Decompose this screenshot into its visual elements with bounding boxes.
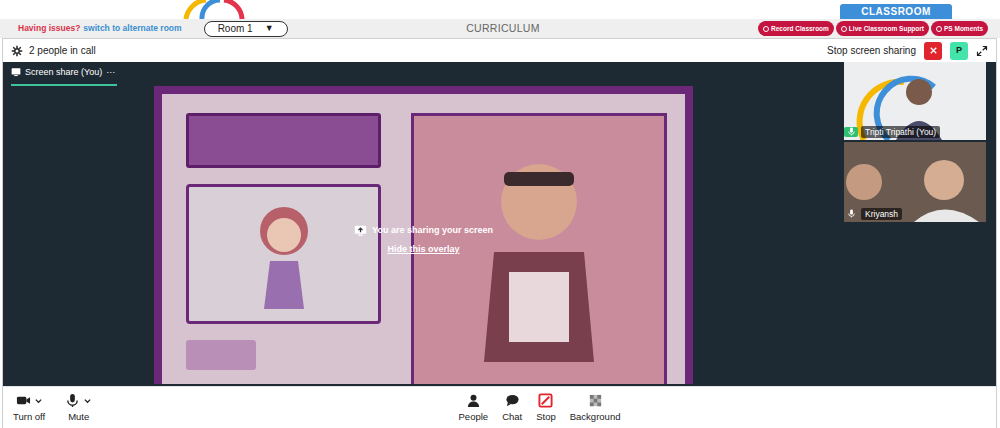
cartoon-girl-icon [244, 199, 324, 309]
toolbar-button[interactable]: Mute [65, 392, 92, 422]
participant-tag: Kriyansh [844, 208, 902, 220]
toolbar-center: People Chat Stop Background [459, 392, 621, 422]
chevron-down-icon[interactable] [34, 396, 43, 405]
participant-tiles: Tripti Tripathi (You) Kriyansh [844, 62, 986, 386]
share-screen-icon [354, 224, 367, 237]
stop-sharing-button[interactable] [924, 42, 942, 60]
microphone-icon [65, 393, 80, 408]
toolbar-button[interactable]: Turn off [13, 392, 45, 422]
header-action-button[interactable]: PS Moments [931, 21, 988, 36]
share-overlay: You are sharing your screen Hide this ove… [162, 94, 685, 384]
header-action-label: Record Classroom [771, 25, 829, 33]
photo-girl-icon [464, 142, 614, 362]
switch-room-link[interactable]: switch to alternate room [83, 23, 181, 33]
speaking-indicator [844, 209, 858, 219]
microphone-icon [847, 209, 856, 218]
room-caret: ▼ [265, 23, 274, 34]
page-title: CURRICULUM [466, 22, 540, 35]
stop-sharing-label[interactable]: Stop screen sharing [827, 45, 916, 57]
sharing-message: You are sharing your screen [354, 224, 493, 237]
call-toolbar: Turn off Mute People Chat Stop Background [3, 386, 996, 428]
people-icon [466, 393, 481, 408]
call-bar-left: 2 people in call [11, 45, 96, 57]
toolbar-icon-row [466, 392, 481, 408]
plus-circle-icon [841, 26, 847, 32]
header-center: CURRICULUM [466, 22, 540, 35]
header-action-label: Live Classroom Support [849, 25, 924, 33]
plus-circle-icon [763, 26, 769, 32]
toolbar-label: People [459, 411, 489, 422]
toolbar-button[interactable]: Chat [502, 392, 522, 422]
camera-icon [16, 393, 31, 408]
issue-label: Having issues? [18, 23, 80, 33]
user-avatar[interactable]: P [950, 42, 968, 60]
toolbar-label: Stop [536, 411, 556, 422]
slide-wrap: You are sharing your screen Hide this ove… [3, 86, 844, 384]
toolbar-button[interactable]: Background [570, 392, 621, 422]
toolbar-button[interactable]: Stop [536, 392, 556, 422]
toolbar-label: Mute [68, 411, 89, 422]
toolbar-icon-row [65, 392, 92, 408]
header-action-label: PS Moments [944, 25, 983, 33]
toolbar-label: Turn off [13, 411, 45, 422]
slide-brand-block [186, 340, 256, 370]
classroom-tab[interactable]: CLASSROOM [840, 4, 952, 19]
people-count: 2 people in call [29, 45, 96, 57]
header-left: Having issues?switch to alternate room Ro… [18, 21, 466, 37]
participant-name: Tripti Tripathi (You) [861, 126, 940, 138]
slide-left [186, 113, 381, 384]
toolbar-icon-row [588, 392, 603, 408]
brand-logo-icon [180, 0, 250, 19]
call-bar: 2 people in call Stop screen sharing P [3, 39, 996, 62]
toolbar-button[interactable]: People [459, 392, 489, 422]
sharing-message-text: You are sharing your screen [372, 225, 493, 236]
fullscreen-expand-icon[interactable] [976, 45, 988, 57]
call-bar-right: Stop screen sharing P [827, 42, 988, 60]
chat-bubble-icon [505, 393, 520, 408]
call-stage: Screen share (You) ··· [3, 62, 996, 386]
participant-tile[interactable]: Tripti Tripathi (You) [844, 62, 986, 140]
toolbar-icon-row [538, 392, 553, 408]
header-action-button[interactable]: Live Classroom Support [836, 21, 929, 36]
header-actions: Record Classroom Live Classroom Support PS… [758, 21, 988, 36]
toolbar-icon-row [505, 392, 520, 408]
toolbar-icon-row [16, 392, 43, 408]
shared-screen: You are sharing your screen Hide this ove… [154, 86, 693, 384]
close-x-icon [928, 45, 939, 56]
background-icon [588, 393, 603, 408]
speaking-indicator [844, 127, 858, 137]
participant-tag: Tripti Tripathi (You) [844, 126, 940, 138]
participant-tile[interactable]: Kriyansh [844, 142, 986, 222]
settings-gear-icon[interactable] [11, 45, 23, 57]
more-options[interactable]: ··· [106, 67, 115, 78]
screen-share-label: Screen share (You) [25, 67, 102, 78]
chevron-down-icon[interactable] [83, 396, 92, 405]
toolbar-left: Turn off Mute [3, 392, 379, 422]
room-select[interactable]: Room 1 ▼ [204, 21, 288, 37]
slide-title-block [186, 113, 381, 168]
top-strip: CLASSROOM [0, 0, 1000, 19]
microphone-icon [847, 127, 856, 136]
room-label: Room 1 [218, 23, 253, 35]
header-bar: Having issues?switch to alternate room Ro… [0, 19, 1000, 38]
participant-name: Kriyansh [861, 208, 902, 220]
stop-share-icon [538, 393, 553, 408]
screen-icon [11, 67, 21, 77]
hide-overlay-link[interactable]: Hide this overlay [387, 244, 459, 255]
plus-circle-icon [936, 26, 942, 32]
stage-main: Screen share (You) ··· [3, 62, 844, 386]
header-action-button[interactable]: Record Classroom [758, 21, 834, 36]
toolbar-label: Background [570, 411, 621, 422]
call-frame: 2 people in call Stop screen sharing P Sc… [2, 38, 997, 428]
toolbar-label: Chat [502, 411, 522, 422]
screen-share-tab[interactable]: Screen share (You) ··· [11, 62, 117, 86]
slide-cartoon [186, 184, 381, 324]
